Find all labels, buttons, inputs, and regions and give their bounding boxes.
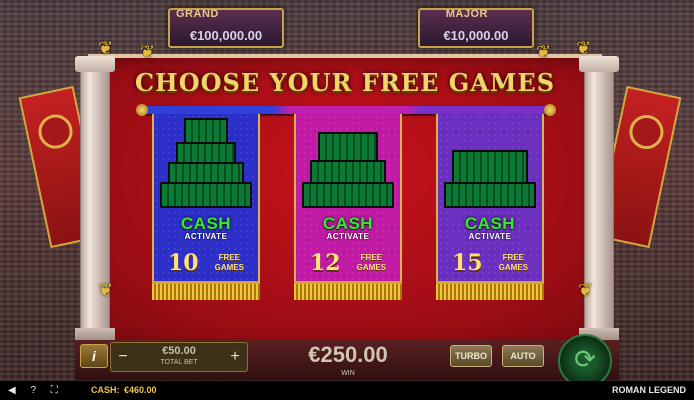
gold-fringe [152, 281, 260, 300]
banner-rod [140, 106, 554, 114]
laurel-leaf-icon: ❦ [578, 280, 594, 300]
gold-fringe [294, 281, 402, 300]
free-label: FREE [218, 253, 240, 262]
auto-button[interactable]: AUTO [502, 345, 544, 367]
major-jackpot-label: MAJOR [445, 8, 488, 20]
win-value: €250.00 [308, 342, 388, 367]
reel-tier-icon [444, 182, 536, 208]
games-label: GAMES [356, 263, 386, 272]
laurel-leaf-icon: ❦ [536, 42, 552, 62]
win-label: WIN [341, 370, 355, 377]
free-games-count: 12 [310, 250, 341, 276]
reel-tier-icon [160, 182, 252, 208]
grand-jackpot-value: €100,000.00 [189, 28, 263, 43]
free-label: FREE [502, 253, 524, 262]
increase-bet-button[interactable]: + [226, 347, 244, 367]
games-label: GAMES [498, 263, 528, 272]
reel-tier-icon [302, 182, 394, 208]
cash-value: €460.00 [124, 385, 157, 395]
eagle-emblem-icon [35, 111, 76, 152]
laurel-leaf-icon: ❦ [98, 280, 114, 300]
free-games-label: FREE GAMES [215, 253, 244, 273]
free-games-label: FREE GAMES [357, 253, 386, 273]
spin-button[interactable]: ⟳ [558, 334, 612, 388]
eagle-emblem-icon [626, 111, 667, 153]
free-games-option-12[interactable]: CASH ACTIVATE 12 FREE GAMES [294, 114, 402, 300]
footer-bar: ◀ ? ⛶ CASH: €460.00 ROMAN LEGEND [0, 381, 694, 400]
free-games-option-10[interactable]: CASH ACTIVATE 10 FREE GAMES [152, 114, 260, 300]
cash-feature-label: CASH [180, 214, 232, 233]
cash-feature-label: CASH [464, 214, 516, 233]
activate-label: ACTIVATE [326, 232, 370, 241]
free-games-label: FREE GAMES [499, 253, 528, 273]
info-icon: i [92, 348, 96, 364]
game-name: ROMAN LEGEND [612, 385, 686, 395]
gold-fringe [436, 281, 544, 300]
spin-icon: ⟳ [574, 344, 596, 374]
laurel-leaf-icon: ❦ [140, 42, 156, 62]
activate-label: ACTIVATE [468, 232, 512, 241]
laurel-leaf-icon: ❦ [576, 38, 592, 58]
total-bet-box: − €50.00 TOTAL BET + [110, 342, 248, 372]
turbo-button[interactable]: TURBO [450, 345, 492, 367]
reel-tier-icon [452, 150, 528, 186]
free-label: FREE [360, 253, 382, 262]
laurel-leaf-icon: ❦ [98, 38, 114, 58]
rod-knob-icon [544, 104, 556, 116]
games-label: GAMES [214, 263, 244, 272]
grand-jackpot-label: GRAND [176, 8, 219, 20]
info-button[interactable]: i [80, 344, 108, 368]
major-jackpot: MAJOR €10,000.00 [418, 8, 534, 48]
rod-knob-icon [136, 104, 148, 116]
free-games-count: 15 [452, 250, 483, 276]
major-jackpot-value: €10,000.00 [443, 28, 509, 43]
cash-feature-label: CASH [322, 214, 374, 233]
free-games-option-15[interactable]: CASH ACTIVATE 15 FREE GAMES [436, 114, 544, 300]
choose-free-games-title: CHOOSE YOUR FREE GAMES [134, 68, 556, 97]
grand-jackpot: GRAND €100,000.00 [168, 8, 284, 48]
footer-icons[interactable]: ◀ ? ⛶ [8, 385, 64, 396]
cash-label: CASH: [91, 385, 120, 395]
free-games-count: 10 [168, 250, 199, 276]
activate-label: ACTIVATE [184, 232, 228, 241]
